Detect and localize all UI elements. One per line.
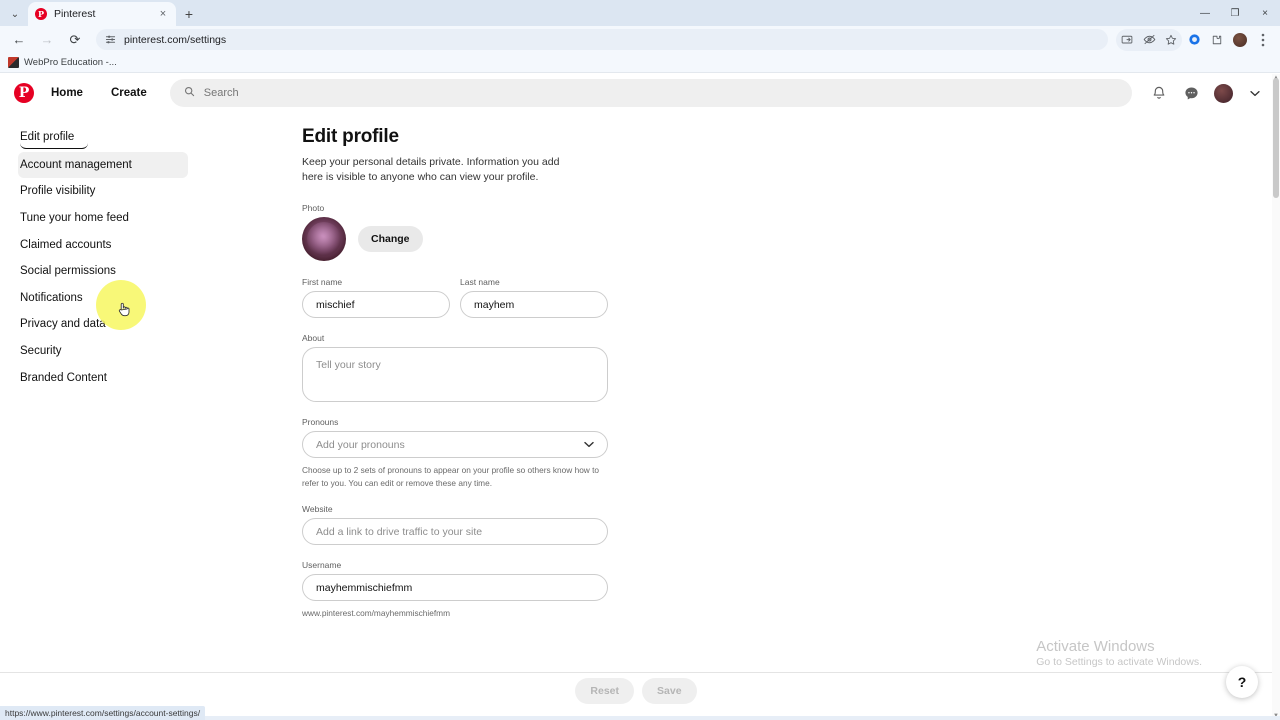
pronouns-helper-text: Choose up to 2 sets of pronouns to appea… bbox=[302, 465, 600, 488]
change-photo-button[interactable]: Change bbox=[358, 226, 423, 253]
website-field: Website Add a link to drive traffic to y… bbox=[302, 504, 608, 546]
header-actions bbox=[1148, 82, 1266, 104]
pinterest-header: P Home Create Search bbox=[0, 74, 1280, 112]
name-fields-row: First name mischief Last name mayhem bbox=[302, 277, 608, 319]
scrollbar-thumb[interactable] bbox=[1273, 78, 1279, 198]
reload-icon[interactable]: ⟳ bbox=[62, 29, 88, 51]
notifications-icon[interactable] bbox=[1148, 82, 1170, 104]
tracking-protection-icon[interactable] bbox=[1138, 29, 1160, 51]
first-name-input[interactable]: mischief bbox=[302, 291, 450, 319]
sidebar-item-notifications[interactable]: Notifications bbox=[18, 285, 188, 312]
username-input[interactable]: mayhemmischiefmm bbox=[302, 574, 608, 602]
minimize-button[interactable]: — bbox=[1190, 0, 1220, 26]
about-textarea[interactable]: Tell your story bbox=[302, 347, 608, 403]
last-name-input[interactable]: mayhem bbox=[460, 291, 608, 319]
website-input[interactable]: Add a link to drive traffic to your site bbox=[302, 518, 608, 546]
photo-label: Photo bbox=[302, 203, 325, 214]
sidebar-item-branded-content[interactable]: Branded Content bbox=[18, 365, 188, 392]
first-name-label: First name bbox=[302, 277, 343, 288]
settings-body: Edit profile Account management Profile … bbox=[0, 112, 1272, 720]
back-icon[interactable]: ← bbox=[6, 29, 32, 51]
tab-strip: ⌄ P Pinterest × + — ❐ × bbox=[0, 0, 1280, 26]
kebab-menu-icon[interactable] bbox=[1252, 29, 1274, 51]
tab-search-icon[interactable]: ⌄ bbox=[2, 2, 28, 26]
website-label: Website bbox=[302, 504, 333, 515]
browser-toolbar: ← → ⟳ pinterest.com/settings bbox=[0, 26, 1280, 53]
username-helper-text: www.pinterest.com/mayhemmischiefmm bbox=[302, 608, 450, 619]
browser-tab[interactable]: P Pinterest × bbox=[28, 2, 176, 26]
tab-close-icon[interactable]: × bbox=[157, 8, 169, 20]
bookmark-item[interactable]: WebPro Education -... bbox=[8, 57, 117, 68]
bookmark-label: WebPro Education -... bbox=[24, 57, 117, 68]
pronouns-field: Pronouns Add your pronouns Choose up to … bbox=[302, 417, 608, 489]
windows-activation-watermark: Activate Windows Go to Settings to activ… bbox=[1036, 637, 1202, 669]
username-field: Username mayhemmischiefmm www.pinterest.… bbox=[302, 560, 608, 619]
messages-icon[interactable] bbox=[1180, 82, 1202, 104]
profile-sync-icon[interactable] bbox=[1183, 29, 1205, 51]
site-settings-icon[interactable] bbox=[105, 34, 116, 45]
maximize-button[interactable]: ❐ bbox=[1220, 0, 1250, 26]
new-tab-button[interactable]: + bbox=[176, 2, 202, 26]
settings-content: Edit profile Keep your personal details … bbox=[300, 112, 1272, 720]
last-name-label: Last name bbox=[460, 277, 500, 288]
pinterest-favicon-icon: P bbox=[35, 8, 47, 20]
tab-title: Pinterest bbox=[54, 8, 96, 20]
form-action-bar: Reset Save bbox=[0, 672, 1272, 708]
bookmark-star-icon[interactable] bbox=[1160, 29, 1182, 51]
page-scrollbar[interactable]: ▲ ▼ bbox=[1272, 74, 1280, 720]
close-window-button[interactable]: × bbox=[1250, 0, 1280, 26]
account-avatar[interactable] bbox=[1212, 82, 1234, 104]
profile-photo-avatar[interactable] bbox=[302, 217, 346, 262]
toolbar-actions bbox=[1116, 28, 1274, 51]
save-button[interactable]: Save bbox=[642, 677, 697, 704]
sidebar-item-edit-profile[interactable]: Edit profile bbox=[20, 124, 88, 149]
nav-create[interactable]: Create bbox=[100, 81, 158, 105]
extensions-icon[interactable] bbox=[1206, 29, 1228, 51]
reset-button[interactable]: Reset bbox=[575, 677, 635, 704]
pinterest-logo-icon[interactable]: P bbox=[14, 83, 34, 103]
bookmark-favicon-icon bbox=[8, 57, 19, 68]
pronouns-select[interactable]: Add your pronouns bbox=[302, 431, 608, 459]
settings-sidebar: Edit profile Account management Profile … bbox=[0, 112, 300, 720]
pronouns-selected-value: Add your pronouns bbox=[316, 438, 405, 451]
about-label: About bbox=[302, 333, 325, 344]
window-controls: — ❐ × bbox=[1190, 0, 1280, 26]
cast-icon[interactable] bbox=[1116, 29, 1138, 51]
sidebar-item-privacy-and-data[interactable]: Privacy and data bbox=[18, 311, 188, 338]
pronouns-label: Pronouns bbox=[302, 417, 339, 428]
edit-profile-form: Edit profile Keep your personal details … bbox=[302, 126, 608, 620]
nav-home[interactable]: Home bbox=[40, 81, 94, 105]
page-subtitle: Keep your personal details private. Info… bbox=[302, 156, 560, 184]
status-bar: https://www.pinterest.com/settings/accou… bbox=[0, 706, 206, 720]
watermark-subtitle: Go to Settings to activate Windows. bbox=[1036, 656, 1202, 668]
about-field: About Tell your story bbox=[302, 333, 608, 403]
chevron-down-icon bbox=[584, 440, 594, 450]
browser-profile-avatar[interactable] bbox=[1229, 29, 1251, 51]
address-bar[interactable]: pinterest.com/settings bbox=[96, 29, 1108, 50]
search-input[interactable]: Search bbox=[169, 79, 1132, 107]
sidebar-item-social-permissions[interactable]: Social permissions bbox=[18, 258, 188, 285]
search-icon bbox=[184, 84, 195, 102]
first-name-field: First name mischief bbox=[302, 277, 450, 319]
bookmarks-bar: WebPro Education -... bbox=[0, 53, 1280, 73]
forward-icon[interactable]: → bbox=[34, 29, 60, 51]
watermark-title: Activate Windows bbox=[1036, 637, 1155, 655]
sidebar-item-tune-your-home-feed[interactable]: Tune your home feed bbox=[18, 205, 188, 232]
sidebar-item-account-management[interactable]: Account management bbox=[18, 151, 188, 179]
sidebar-item-profile-visibility[interactable]: Profile visibility bbox=[18, 178, 188, 205]
sidebar-item-claimed-accounts[interactable]: Claimed accounts bbox=[18, 232, 188, 259]
search-placeholder: Search bbox=[203, 87, 239, 99]
username-label: Username bbox=[302, 560, 342, 571]
sidebar-item-security[interactable]: Security bbox=[18, 338, 188, 365]
help-button[interactable]: ? bbox=[1226, 666, 1258, 698]
page-viewport: P Home Create Search Edit profile Accoun… bbox=[0, 74, 1280, 720]
page-title: Edit profile bbox=[302, 126, 399, 147]
address-bar-url: pinterest.com/settings bbox=[124, 33, 227, 46]
browser-window: ⌄ P Pinterest × + — ❐ × ← → ⟳ pinterest.… bbox=[0, 0, 1280, 720]
photo-field: Photo Change bbox=[302, 203, 608, 262]
last-name-field: Last name mayhem bbox=[460, 277, 608, 319]
account-chevron-down-icon[interactable] bbox=[1244, 82, 1266, 104]
